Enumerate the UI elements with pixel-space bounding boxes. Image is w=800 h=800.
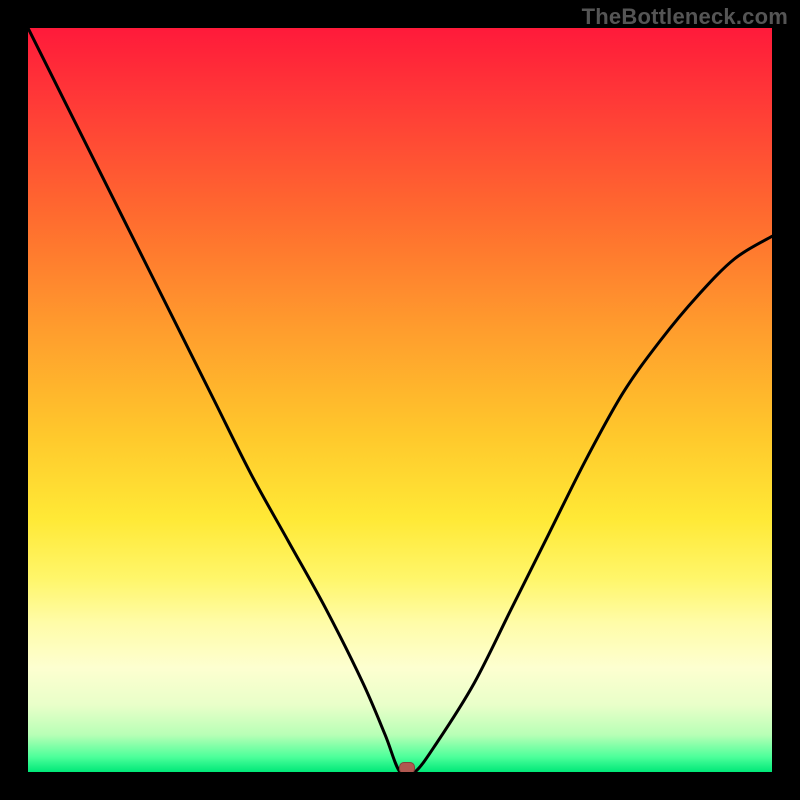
watermark-text: TheBottleneck.com [582,4,788,30]
plot-area [28,28,772,772]
optimal-marker-icon [399,762,415,772]
bottleneck-curve [28,28,772,772]
chart-frame: TheBottleneck.com [0,0,800,800]
